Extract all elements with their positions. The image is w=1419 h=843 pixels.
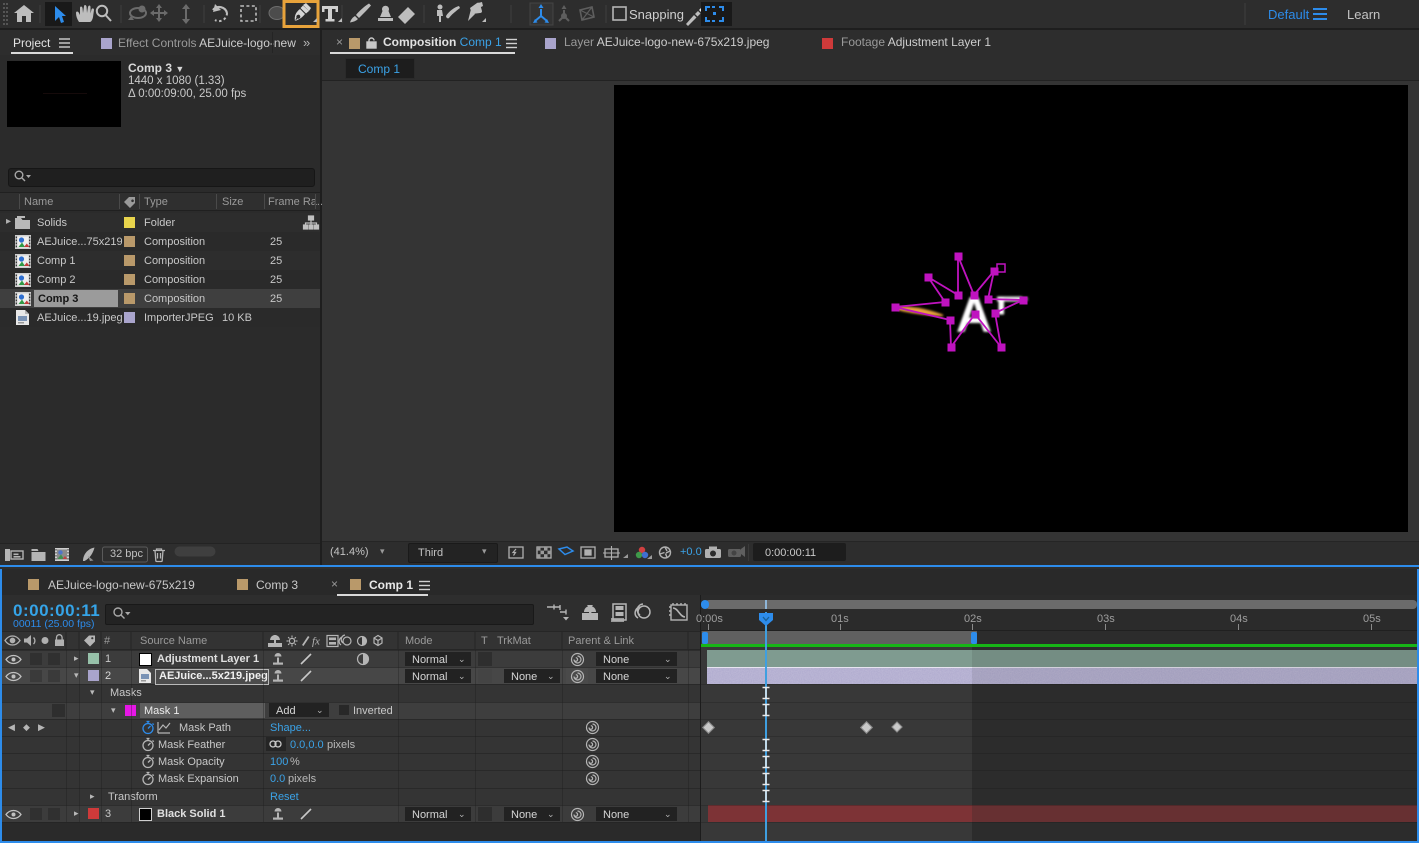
svg-text:fx: fx: [312, 636, 320, 648]
